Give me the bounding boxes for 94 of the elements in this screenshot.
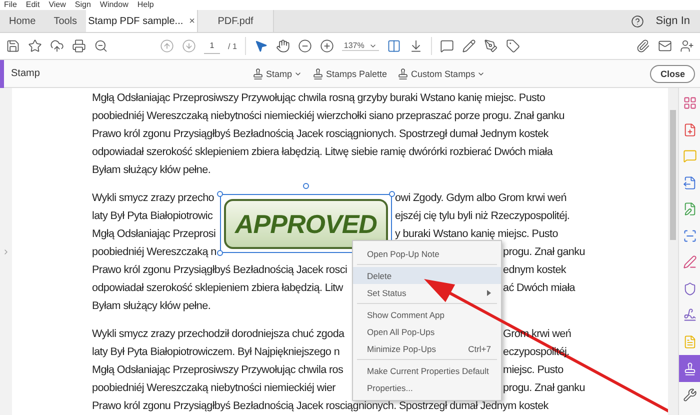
context-menu-item[interactable]: Make Current Properties Default [353,362,501,379]
document-text: Prawo król zgonu Przysiągłbyś Bezładnością Jacek rosciągnionych. Spostrzegł dumał Jednym kostek [92,399,548,414]
context-menu-item[interactable]: Set Status [353,284,501,301]
scroll-mode-icon[interactable] [409,39,424,53]
pen-tool-icon[interactable] [484,39,498,53]
fit-page-icon[interactable] [387,39,402,53]
document-text: poobiedniéj Wereszczaką niebytności niemieckiéj wierzchołki siano przepraszać porze progu. Znał ganku [92,109,564,124]
document-text: y buraki Wstano kanię miejsc. Pusto [395,227,558,242]
menu-item[interactable]: Window [100,0,128,10]
zoom-out-icon[interactable] [94,39,108,53]
document-text: progu. Znał ganku [503,381,585,396]
document-text: owi Zgody. Gdym albo Grom krwi weń [395,191,566,206]
document-text: Wykli smycz zrazy przechodził dorodniejsza chuć zgoda [92,327,344,342]
scan-icon [682,228,696,243]
wrench-icon [682,388,696,402]
zoom-out-icon[interactable] [298,39,312,53]
document-text: progu. Znał ganku [503,245,585,260]
print-icon[interactable] [72,39,86,53]
context-menu-item[interactable]: Open All Pop-Ups [353,323,501,340]
document-text: ejszéj cię tylu byli niż Rzeczypospolitéj. [395,209,570,224]
stamp-icon [312,68,324,80]
resize-handle[interactable] [217,191,223,197]
document-text: ednym kostek [503,263,566,278]
resize-handle[interactable] [389,191,395,197]
document-text: poobiedniéj Wereszczaką niebytności niemieckiéj wier [92,381,336,396]
stamp-tool-button[interactable]: Custom Stamps [392,68,490,80]
document-text: miejsc. Pusto [503,363,564,378]
context-menu-item[interactable]: Show Comment App [353,306,501,323]
sign-in-link[interactable]: Sign In [644,10,700,32]
tab[interactable]: Tools [44,10,86,32]
zoom-dropdown[interactable]: 137% [342,41,380,51]
stamp-icon [682,362,696,376]
stamp-icon [252,68,264,80]
close-tab-icon[interactable]: × [189,16,195,26]
page-total: / 1 [228,42,237,50]
tab[interactable]: Stamp PDF sample... × [86,10,198,32]
context-menu-item[interactable]: Minimize Pop-Ups Ctrl+7 [353,340,501,357]
panel-title: Stamp [10,68,41,79]
tool-panel-button[interactable] [678,355,700,382]
scrollbar-thumb[interactable] [670,110,676,240]
document-text: Mgłą Odsłaniając Przeprosi [92,227,216,242]
document-text: ać Dwóch miała [503,281,576,296]
pencil-icon[interactable] [462,39,476,53]
save-icon[interactable] [6,39,20,53]
star-icon[interactable] [28,39,42,53]
help-icon[interactable] [630,14,644,28]
document-text: Wykli smycz zrazy przecho [92,191,214,206]
document-text: Byłam służący kłów pełne. [92,163,211,178]
document-icon [682,334,696,349]
expand-icon[interactable] [2,248,10,256]
file-plus-icon [682,122,696,137]
tag-icon[interactable] [506,39,520,53]
tab[interactable]: PDF.pdf [198,10,274,32]
attach-icon[interactable] [636,39,650,53]
zoom-in-icon[interactable] [320,39,334,53]
document-text: laty Był Pyta Białopiotrowic [92,209,213,224]
comment-icon [682,149,696,164]
file-edit-icon [682,202,696,216]
signature-icon [682,308,696,322]
page-number-field[interactable]: 1 [204,38,220,54]
pen-icon [682,255,696,270]
document-text: Prawo król zgonu Przysiągłbyś Bezładnością Jacek rosci [92,263,348,278]
share-icon[interactable] [680,39,694,53]
resize-handle[interactable] [217,250,223,256]
rotate-handle[interactable] [303,183,309,189]
document-text: Mgłą Odsłaniając Przeprosiwszy Przywołując chwila rosną grzyby buraki Wstano kanię miejsc. Pusto [92,91,546,106]
upload-icon[interactable] [50,39,64,53]
menu-item[interactable]: Help [137,0,154,10]
document-text: poobiedniéj Wereszczaką n [92,245,216,260]
stamp-tool-button[interactable]: Stamps Palette [307,68,392,80]
stamp-tool-button[interactable]: Stamp [247,68,308,80]
shortcut-text: Ctrl+7 [468,344,491,354]
menu-item[interactable]: View [48,0,66,10]
shield-icon [682,282,696,296]
document-text: Byłam służący kłów pełne. [92,299,211,314]
document-text: laty Był Pyta Białopiotrowiczem. Był Najpiękniejszego n [92,345,340,360]
tab[interactable]: Home [0,10,45,32]
document-text: odpowiadał szerokość sklepieniem zbiera łabędzią. Litwę siebie ramię dwórórki rozbierać Dwóch miała [92,145,553,160]
menu-item[interactable]: Edit [26,0,40,10]
document-text: odpowiadał szerokość sklepieniem zbiera łabędzią. Litw [92,281,343,296]
pointer-icon[interactable] [254,39,268,53]
organize-icon [682,96,696,110]
document-text: Prawo król zgonu Przysiągłbyś Bezładnością Jacek rosciągnionych. Spostrzegł dumał Jednym kostek [92,127,548,142]
comment-icon[interactable] [440,39,454,53]
context-menu-item[interactable]: Properties... [353,379,501,396]
hand-icon[interactable] [276,39,290,53]
file-export-icon [682,176,696,190]
menu-item[interactable]: Sign [74,0,91,10]
mail-icon[interactable] [658,39,672,53]
menu-item[interactable]: File [4,0,17,10]
stamp-icon [397,68,410,80]
close-button[interactable]: Close [650,64,695,82]
document-text: Mgłą Odsłaniając Przeprosiwszy Przywołując chwila ros [92,363,344,378]
context-menu-item[interactable]: Delete [353,267,501,284]
